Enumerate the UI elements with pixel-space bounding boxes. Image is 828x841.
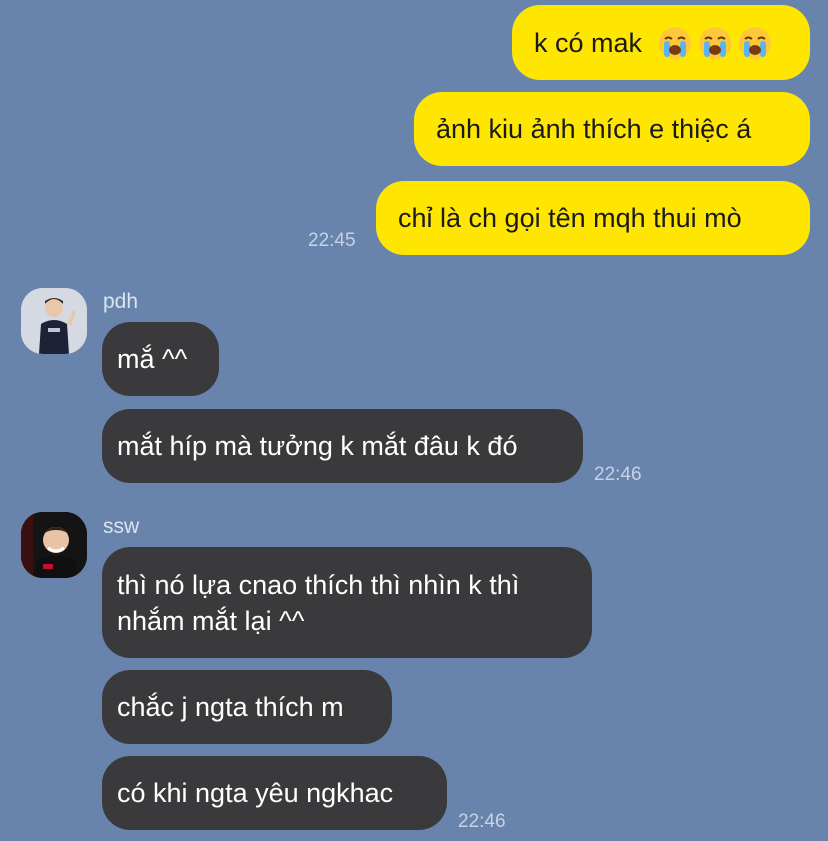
message-text: mắt híp mà tưởng k mắt đâu k đó [117,431,518,461]
message-text: có khi ngta yêu ngkhac [117,778,394,808]
message-text: ảnh kiu ảnh thích e thiệc á [436,114,752,144]
outgoing-message[interactable]: k có mak [512,5,810,80]
loudly-crying-face-icon [739,26,772,59]
sender-name: pdh [103,290,139,313]
player-avatar-ssw-icon [21,512,87,578]
avatar[interactable] [21,512,87,578]
incoming-message[interactable]: chắc j ngta thích m [102,670,392,744]
message-text: chắc j ngta thích m [117,692,344,722]
incoming-message[interactable]: có khi ngta yêu ngkhac [102,756,447,830]
message-text-line: thì nó lựa cnao thích thì nhìn k thì [117,569,520,600]
message-text: chỉ là ch gọi tên mqh thui mò [398,203,742,233]
message-timestamp: 22:45 [308,230,356,251]
player-avatar-pdh-icon [21,288,87,354]
incoming-message[interactable]: mắt híp mà tưởng k mắt đâu k đó [102,409,583,483]
incoming-message[interactable]: thì nó lựa cnao thích thì nhìn k thì nhắ… [102,547,592,658]
loudly-crying-face-icon [699,26,732,59]
message-timestamp: 22:46 [594,464,642,485]
message-text-line: nhắm mắt lại ^^ [117,605,305,636]
sender-name: ssw [103,515,140,538]
avatar[interactable] [21,288,87,354]
outgoing-message[interactable]: ảnh kiu ảnh thích e thiệc á [414,92,810,166]
outgoing-message[interactable]: chỉ là ch gọi tên mqh thui mò [376,181,810,255]
incoming-message[interactable]: mắ ^^ [102,322,219,396]
message-text: k có mak [534,27,643,58]
loudly-crying-face-icon [659,26,692,59]
message-timestamp: 22:46 [458,811,506,832]
message-text: mắ ^^ [117,344,188,374]
